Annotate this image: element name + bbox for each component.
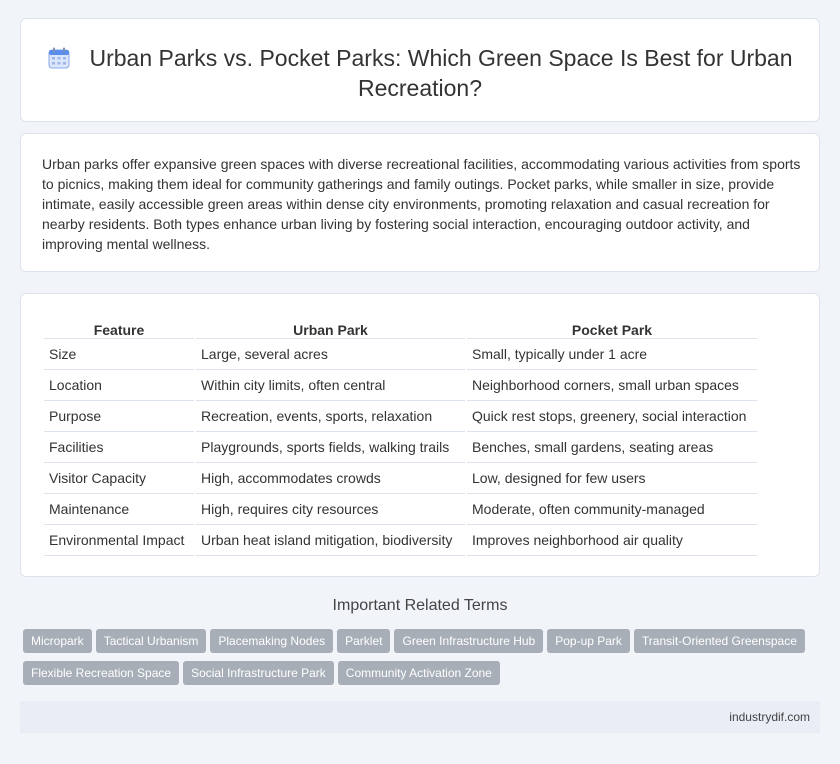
term-tag[interactable]: Community Activation Zone <box>337 661 500 685</box>
related-terms-tags: Micropark Tactical Urbanism Placemaking No… <box>23 629 823 693</box>
title-card: Urban Parks vs. Pocket Parks: Which Gree… <box>20 18 820 122</box>
header-pocket-park: Pocket Park <box>467 316 757 339</box>
term-tag[interactable]: Pop-up Park <box>547 629 630 653</box>
page-title: Urban Parks vs. Pocket Parks: Which Gree… <box>89 45 793 101</box>
table-cell: Recreation, events, sports, relaxation <box>196 401 465 432</box>
term-tag[interactable]: Flexible Recreation Space <box>23 661 180 685</box>
term-tag[interactable]: Parklet <box>337 629 391 653</box>
comparison-table: Feature Urban Park Pocket Park Size Larg… <box>42 316 759 556</box>
table-cell: Environmental Impact <box>44 525 194 556</box>
table-cell: Moderate, often community-managed <box>467 494 757 525</box>
table-header-row: Feature Urban Park Pocket Park <box>44 316 757 339</box>
table-cell: Low, designed for few users <box>467 463 757 494</box>
table-cell: Purpose <box>44 401 194 432</box>
table-cell: Facilities <box>44 432 194 463</box>
term-tag[interactable]: Transit-Oriented Greenspace <box>633 629 805 653</box>
table-cell: Within city limits, often central <box>196 370 465 401</box>
term-tag[interactable]: Social Infrastructure Park <box>183 661 334 685</box>
table-cell: Location <box>44 370 194 401</box>
table-cell: Improves neighborhood air quality <box>467 525 757 556</box>
table-row: Purpose Recreation, events, sports, rela… <box>44 401 757 432</box>
term-tag[interactable]: Tactical Urbanism <box>95 629 207 653</box>
table-cell: High, requires city resources <box>196 494 465 525</box>
table-cell: Maintenance <box>44 494 194 525</box>
page-title-wrap: Urban Parks vs. Pocket Parks: Which Gree… <box>21 43 819 103</box>
table-cell: Urban heat island mitigation, biodiversi… <box>196 525 465 556</box>
term-tag[interactable]: Placemaking Nodes <box>210 629 334 653</box>
table-cell: Playgrounds, sports fields, walking trai… <box>196 432 465 463</box>
comparison-table-card: Feature Urban Park Pocket Park Size Larg… <box>20 293 820 577</box>
intro-card: Urban parks offer expansive green spaces… <box>20 133 820 272</box>
footer: industrydif.com <box>20 701 820 733</box>
table-cell: Large, several acres <box>196 339 465 370</box>
header-feature: Feature <box>44 316 194 339</box>
table-row: Visitor Capacity High, accommodates crow… <box>44 463 757 494</box>
related-terms-heading: Important Related Terms <box>332 597 508 614</box>
table-row: Maintenance High, requires city resource… <box>44 494 757 525</box>
table-cell: Neighborhood corners, small urban spaces <box>467 370 757 401</box>
table-cell: High, accommodates crowds <box>196 463 465 494</box>
table-row: Facilities Playgrounds, sports fields, w… <box>44 432 757 463</box>
footer-site-link[interactable]: industrydif.com <box>729 710 810 724</box>
table-cell: Size <box>44 339 194 370</box>
table-row: Size Large, several acres Small, typical… <box>44 339 757 370</box>
term-tag[interactable]: Micropark <box>23 629 92 653</box>
intro-paragraph: Urban parks offer expansive green spaces… <box>42 156 801 252</box>
table-cell: Quick rest stops, greenery, social inter… <box>467 401 757 432</box>
header-urban-park: Urban Park <box>196 316 465 339</box>
calendar-icon <box>47 46 71 70</box>
table-row: Location Within city limits, often centr… <box>44 370 757 401</box>
table-row: Environmental Impact Urban heat island m… <box>44 525 757 556</box>
table-cell: Visitor Capacity <box>44 463 194 494</box>
table-cell: Small, typically under 1 acre <box>467 339 757 370</box>
term-tag[interactable]: Green Infrastructure Hub <box>394 629 544 653</box>
table-cell: Benches, small gardens, seating areas <box>467 432 757 463</box>
